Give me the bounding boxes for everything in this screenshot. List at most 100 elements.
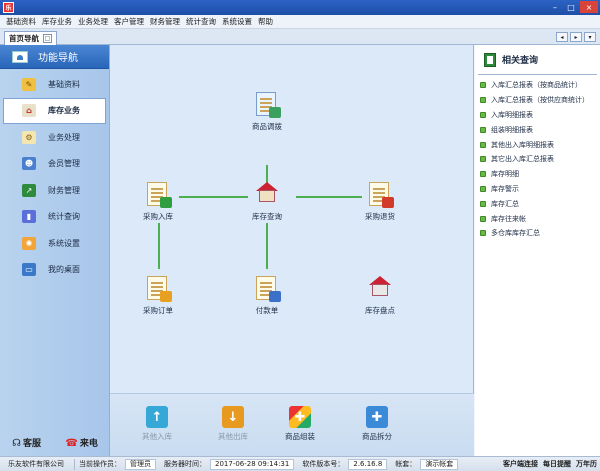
- list-item[interactable]: 其他出入库明细报表: [480, 137, 600, 152]
- menu-stats[interactable]: 统计查询: [186, 16, 216, 27]
- stock-query-node[interactable]: 库存查询: [237, 180, 297, 222]
- stocktake-node[interactable]: 库存盘点: [350, 274, 410, 316]
- payment-node[interactable]: 付款单: [237, 274, 297, 316]
- sidebar-item-settings[interactable]: ✺ 系统设置: [0, 230, 109, 257]
- calendar-button[interactable]: 万年历: [576, 459, 597, 469]
- other-in-button[interactable]: ↑ 其他入库: [122, 406, 192, 442]
- sidebar-title: 功能导航: [38, 53, 78, 64]
- maximize-button[interactable]: □: [564, 1, 578, 13]
- window-controls: – □ ×: [548, 1, 598, 13]
- list-item[interactable]: 组装明细报表: [480, 122, 600, 137]
- bullet-icon: [480, 126, 486, 133]
- list-item[interactable]: 库存往来帐: [480, 211, 600, 226]
- tab-home-nav[interactable]: 首页导航 □: [4, 31, 57, 45]
- daily-reminder-button[interactable]: 每日提醒: [543, 459, 571, 469]
- incoming-call-label: 来电: [79, 438, 98, 449]
- node-label: 付款单: [255, 306, 279, 315]
- menu-finance[interactable]: 财务管理: [150, 16, 180, 27]
- other-out-button[interactable]: ↓ 其他出库: [198, 406, 268, 442]
- list-item[interactable]: 库存明细: [480, 167, 600, 182]
- tab-next-icon[interactable]: ▸: [570, 32, 582, 42]
- sidebar-header: 功能导航: [0, 45, 109, 69]
- customer-service-label: 客服: [23, 438, 42, 449]
- tab-list-icon[interactable]: ▾: [584, 32, 596, 42]
- sidebar-item-label: 我的桌面: [48, 265, 80, 275]
- sidebar-item-desktop[interactable]: ▭ 我的桌面: [0, 257, 109, 284]
- account-value: 演示帐套: [420, 458, 459, 470]
- menu-base-data[interactable]: 基础资料: [6, 16, 36, 27]
- account-label: 帐套：: [395, 460, 417, 468]
- incoming-call-button[interactable]: ☎ 来电: [65, 436, 97, 449]
- purchase-order-node[interactable]: 采购订单: [128, 274, 188, 316]
- title-bar: 乐 – □ ×: [0, 0, 600, 15]
- bullet-icon: [480, 215, 486, 222]
- list-item[interactable]: 入库汇总报表（按供应商统计）: [480, 93, 600, 108]
- bullet-icon: [480, 82, 486, 89]
- node-label: 库存盘点: [365, 306, 395, 315]
- menu-business[interactable]: 业务处理: [78, 16, 108, 27]
- payment-icon: [253, 274, 281, 302]
- split-button[interactable]: ✚ 商品拆分: [342, 406, 412, 442]
- query-link: 库存明细: [491, 170, 519, 179]
- node-label: 采购订单: [143, 306, 173, 315]
- bottom-label: 商品拆分: [362, 432, 392, 441]
- menu-stock[interactable]: 库存业务: [42, 16, 72, 27]
- main-workflow-area: 商品调拨 采购入库 库存查询 采购退货 采购订单 付款单 库存盘点 ↑ 其他入库…: [110, 45, 474, 456]
- report-book-icon: [484, 52, 496, 67]
- flow-diagram: 商品调拨 采购入库 库存查询 采购退货 采购订单 付款单 库存盘点: [110, 45, 474, 393]
- query-link: 入库汇总报表（按商品统计）: [491, 81, 582, 90]
- headset-icon: ☊: [12, 437, 22, 449]
- purchase-return-node[interactable]: 采购退货: [350, 180, 410, 222]
- puzzle-blue-icon: ✚: [366, 406, 388, 428]
- connector-center-down: [266, 223, 268, 269]
- list-item[interactable]: 入库明细报表: [480, 108, 600, 123]
- purchase-in-node[interactable]: 采购入库: [128, 180, 188, 222]
- query-link: 入库明细报表: [491, 110, 533, 119]
- list-item[interactable]: 多仓库库存汇总: [480, 226, 600, 241]
- sidebar-item-stock[interactable]: ⌂ 库存业务: [3, 97, 106, 124]
- customer-service-button[interactable]: ☊ 客服: [12, 436, 41, 449]
- sidebar-item-label: 库存业务: [48, 106, 80, 116]
- bullet-icon: [480, 200, 486, 207]
- function-nav-sidebar: 功能导航 ✎ 基础资料 ⌂ 库存业务 ⚙ 业务处理 ☻ 会员管理 ↗ 财务管理 …: [0, 45, 110, 456]
- client-connection-button[interactable]: 客户端连接: [503, 459, 538, 469]
- close-button[interactable]: ×: [580, 1, 598, 13]
- goods-adjust-icon: [253, 90, 281, 118]
- bullet-icon: [480, 111, 486, 118]
- query-link: 多仓库库存汇总: [491, 229, 540, 238]
- minimize-button[interactable]: –: [548, 1, 562, 13]
- bullet-icon: [480, 230, 486, 237]
- bottom-label: 其他出库: [218, 432, 248, 441]
- bar-chart-icon: ▮: [22, 210, 36, 224]
- goods-adjust-node[interactable]: 商品调拨: [237, 90, 297, 132]
- purchase-order-icon: [144, 274, 172, 302]
- tab-prev-icon[interactable]: ◂: [556, 32, 568, 42]
- list-item[interactable]: 库存警示: [480, 182, 600, 197]
- list-item[interactable]: 入库汇总报表（按商品统计）: [480, 78, 600, 93]
- finance-chart-icon: ↗: [22, 183, 36, 197]
- query-link: 库存汇总: [491, 199, 519, 208]
- operator-label: 当前操作员：: [79, 460, 121, 468]
- sidebar-item-business[interactable]: ⚙ 业务处理: [0, 124, 109, 151]
- sidebar-item-finance[interactable]: ↗ 财务管理: [0, 177, 109, 204]
- sidebar-item-members[interactable]: ☻ 会员管理: [0, 151, 109, 178]
- sidebar-item-base-data[interactable]: ✎ 基础资料: [0, 71, 109, 98]
- bottom-actions: ↑ 其他入库 ↓ 其他出库 ✚ 商品组装 ✚ 商品拆分: [110, 393, 474, 456]
- menu-customer[interactable]: 客户管理: [114, 16, 144, 27]
- menu-help[interactable]: 帮助: [258, 16, 273, 27]
- query-link: 库存警示: [491, 184, 519, 193]
- list-item[interactable]: 库存汇总: [480, 196, 600, 211]
- assemble-button[interactable]: ✚ 商品组装: [265, 406, 335, 442]
- menu-settings[interactable]: 系统设置: [222, 16, 252, 27]
- related-queries-header: 相关查询: [478, 45, 597, 75]
- tab-close-icon[interactable]: □: [43, 34, 52, 43]
- related-queries-title: 相关查询: [502, 56, 539, 66]
- query-link: 入库汇总报表（按供应商统计）: [491, 96, 589, 105]
- sidebar-item-stats[interactable]: ▮ 统计查询: [0, 204, 109, 231]
- arrow-down-icon: ↓: [222, 406, 244, 428]
- gear-doc-icon: ⚙: [22, 130, 36, 144]
- company-name: 乐友软件有限公司: [0, 458, 75, 470]
- menu-bar: 基础资料 库存业务 业务处理 客户管理 财务管理 统计查询 系统设置 帮助: [0, 15, 600, 29]
- purchase-in-icon: [144, 180, 172, 208]
- list-item[interactable]: 其它出入库汇总报表: [480, 152, 600, 167]
